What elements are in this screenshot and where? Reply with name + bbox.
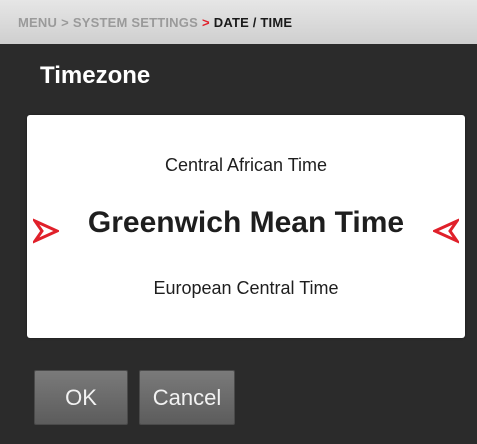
breadcrumb-current: DATE / TIME bbox=[213, 14, 293, 30]
breadcrumb-separator: > bbox=[61, 14, 69, 30]
cancel-button[interactable]: Cancel bbox=[139, 370, 235, 425]
chevron-left-icon[interactable] bbox=[433, 218, 459, 244]
timezone-option-next[interactable]: European Central Time bbox=[27, 278, 465, 299]
breadcrumb: MENU > SYSTEM SETTINGS > DATE / TIME bbox=[0, 0, 477, 44]
breadcrumb-menu[interactable]: MENU bbox=[18, 15, 57, 30]
selected-timezone-label: Greenwich Mean Time bbox=[87, 206, 405, 240]
timezone-option-selected[interactable]: Greenwich Mean Time bbox=[27, 205, 465, 240]
breadcrumb-system-settings[interactable]: SYSTEM SETTINGS bbox=[73, 15, 198, 30]
breadcrumb-separator-active: > bbox=[201, 14, 210, 30]
page-title: Timezone bbox=[40, 62, 151, 89]
ok-button[interactable]: OK bbox=[34, 370, 128, 425]
timezone-picker[interactable]: Central African Time Greenwich Mean Time… bbox=[27, 115, 465, 338]
timezone-option-previous[interactable]: Central African Time bbox=[27, 155, 465, 176]
